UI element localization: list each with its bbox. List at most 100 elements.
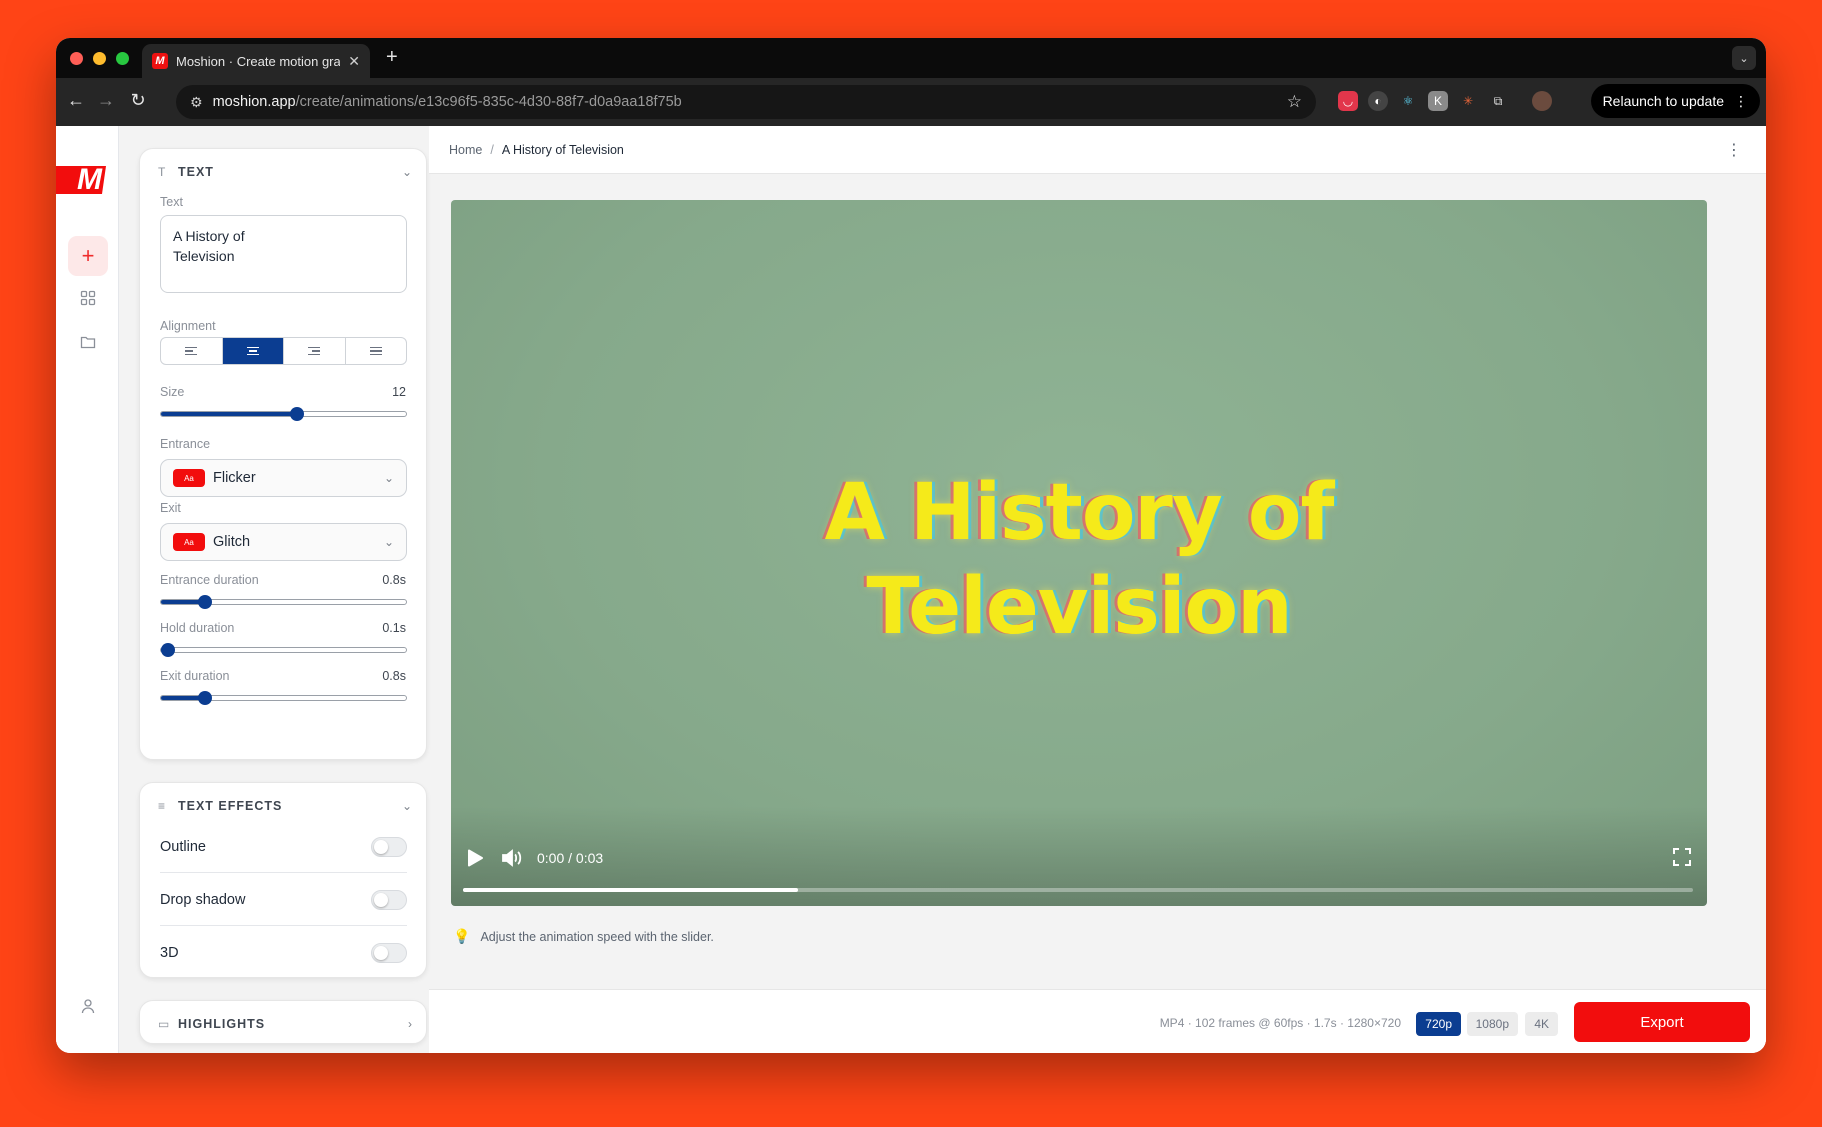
exit-duration-value: 0.8s [382, 669, 406, 683]
k-extension-icon[interactable]: K [1428, 91, 1448, 111]
bookmark-star-icon[interactable]: ☆ [1287, 92, 1302, 112]
text-label: Text [160, 195, 183, 209]
align-justify-button[interactable] [346, 338, 407, 364]
properties-column: T TEXT ⌄ Text A History of Television Al… [119, 126, 429, 1053]
hold-duration-value: 0.1s [382, 621, 406, 635]
align-right-icon [308, 346, 321, 356]
more-options-icon[interactable]: ⋮ [1726, 140, 1742, 160]
profile-avatar[interactable] [1532, 91, 1552, 111]
3d-toggle[interactable] [371, 943, 407, 963]
export-button[interactable]: Export [1574, 1002, 1750, 1042]
align-left-icon [185, 346, 198, 356]
moshion-logo[interactable]: M [56, 166, 106, 194]
size-slider-handle[interactable] [289, 407, 304, 421]
entrance-duration-handle[interactable] [198, 595, 213, 609]
size-slider[interactable] [160, 407, 407, 421]
relaunch-button[interactable]: Relaunch to update ⋮ [1590, 84, 1760, 118]
user-icon[interactable] [68, 986, 108, 1026]
highlights-panel[interactable]: ▭ HIGHLIGHTS › [139, 1000, 427, 1044]
reload-icon[interactable]: ↻ [126, 90, 150, 111]
breadcrumb-current: A History of Television [501, 142, 624, 157]
exit-duration-handle[interactable] [198, 691, 213, 705]
export-bar: MP4 · 102 frames @ 60fps · 1.7s · 1280×7… [429, 989, 1766, 1053]
react-devtools-icon[interactable]: ⚛ [1398, 91, 1418, 111]
video-progress-bar[interactable] [463, 888, 1693, 892]
chevron-right-icon[interactable]: › [408, 1017, 412, 1031]
create-plus-icon[interactable]: + [68, 236, 108, 276]
alignment-label: Alignment [160, 319, 216, 333]
hint-row: 💡 Adjust the animation speed with the sl… [453, 928, 714, 945]
chevron-down-icon[interactable]: ⌄ [402, 165, 412, 179]
exit-label: Exit [160, 501, 181, 515]
minimize-window-button[interactable] [93, 52, 106, 65]
3d-toggle-row[interactable]: 3D [160, 927, 407, 979]
entrance-select[interactable]: Aa Flicker ⌄ [160, 459, 407, 497]
align-right-button[interactable] [284, 338, 346, 364]
hold-duration-handle[interactable] [161, 643, 176, 657]
text-type-icon: T [158, 165, 166, 179]
browser-toolbar: ← → ↻ ⚙ moshion.app/create/animations/e1… [56, 78, 1766, 126]
highlights-header[interactable]: ▭ HIGHLIGHTS › [158, 1015, 412, 1033]
text-effects-title: TEXT EFFECTS [178, 799, 283, 813]
alignment-group [160, 337, 407, 365]
video-title-text: A History of Television [824, 468, 1335, 652]
folder-icon[interactable] [68, 322, 108, 362]
main-area: Home / A History of Television ⋮ A Histo… [429, 126, 1766, 1053]
exit-select[interactable]: Aa Glitch ⌄ [160, 523, 407, 561]
tab-close-icon[interactable]: ✕ [348, 53, 360, 70]
close-window-button[interactable] [70, 52, 83, 65]
site-settings-icon[interactable]: ⚙ [190, 94, 203, 111]
highlight-marker-icon: ▭ [158, 1017, 170, 1031]
3d-label: 3D [160, 945, 179, 961]
address-bar[interactable]: ⚙ moshion.app/create/animations/e13c96f5… [176, 85, 1316, 119]
contrast-extension-icon[interactable]: ◐ [1368, 91, 1388, 111]
pocket-extension-icon[interactable]: ◡ [1338, 91, 1358, 111]
tab-title: Moshion · Create motion graphics [176, 53, 341, 69]
resolution-720p-button[interactable]: 720p [1416, 1012, 1461, 1036]
highlights-title: HIGHLIGHTS [178, 1017, 266, 1031]
chevron-down-icon: ⌄ [383, 471, 394, 485]
resolution-1080p-button[interactable]: 1080p [1466, 1012, 1518, 1036]
breadcrumb-home-link[interactable]: Home [449, 143, 482, 157]
play-icon[interactable] [465, 848, 485, 873]
volume-icon[interactable] [501, 848, 523, 873]
outline-toggle[interactable] [371, 836, 407, 857]
grid-icon[interactable] [68, 278, 108, 318]
text-panel-header[interactable]: T TEXT ⌄ [158, 163, 412, 181]
new-tab-button[interactable]: + [386, 46, 398, 69]
entrance-duration-value: 0.8s [382, 573, 406, 587]
claude-extension-icon[interactable]: ✳ [1458, 91, 1478, 111]
outline-toggle-row[interactable]: Outline [160, 821, 407, 873]
exit-duration-slider[interactable] [160, 691, 407, 705]
resolution-4k-button[interactable]: 4K [1525, 1012, 1558, 1036]
align-center-button[interactable] [222, 338, 284, 364]
exit-value: Glitch [213, 534, 251, 550]
browser-window: M Moshion · Create motion graphics ✕ + ⌄… [56, 38, 1766, 1053]
text-panel: T TEXT ⌄ Text A History of Television Al… [139, 148, 427, 760]
align-left-button[interactable] [161, 338, 223, 364]
exit-duration-label: Exit duration [160, 669, 230, 683]
puzzle-extensions-icon[interactable]: ⧉ [1488, 91, 1508, 111]
maximize-window-button[interactable] [116, 52, 129, 65]
tab-search-chevron-icon[interactable]: ⌄ [1732, 46, 1756, 70]
text-effects-header[interactable]: ≡ TEXT EFFECTS ⌄ [158, 797, 412, 815]
hold-duration-label: Hold duration [160, 621, 235, 635]
entrance-duration-slider[interactable] [160, 595, 407, 609]
drop-shadow-toggle[interactable] [371, 889, 407, 910]
browser-tab[interactable]: M Moshion · Create motion graphics ✕ [142, 44, 370, 78]
align-justify-icon [369, 346, 382, 356]
chevron-down-icon[interactable]: ⌄ [402, 799, 412, 813]
drop-shadow-toggle-row[interactable]: Drop shadow [160, 874, 407, 926]
effects-list-icon: ≡ [158, 799, 166, 813]
tab-bar: M Moshion · Create motion graphics ✕ + ⌄ [56, 38, 1766, 78]
fullscreen-icon[interactable] [1673, 848, 1691, 871]
forward-arrow-icon[interactable]: → [94, 90, 118, 111]
breadcrumb-separator: / [490, 142, 494, 157]
url-text[interactable]: moshion.app/create/animations/e13c96f5-8… [213, 94, 682, 110]
drop-shadow-label: Drop shadow [160, 891, 246, 908]
hold-duration-slider[interactable] [160, 643, 407, 657]
video-preview[interactable]: A History of Television 0:00 / 0:03 [451, 200, 1707, 906]
back-arrow-icon[interactable]: ← [64, 90, 88, 111]
text-input[interactable]: A History of Television [160, 215, 407, 293]
outline-label: Outline [160, 838, 206, 855]
